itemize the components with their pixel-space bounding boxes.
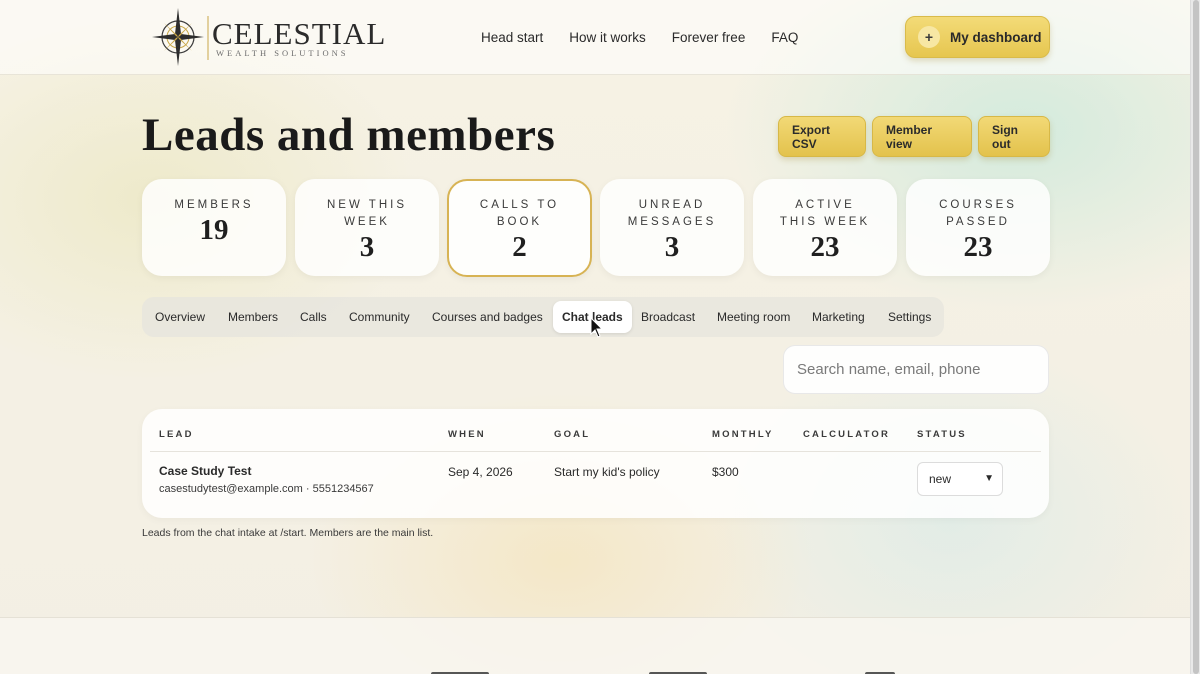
lead-contact: casestudytest@example.com · 5551234567 — [159, 483, 374, 495]
tab-meeting-room[interactable]: Meeting room — [717, 301, 790, 333]
member-view-button[interactable]: Member view — [872, 116, 972, 157]
stat-label: Unread messages — [627, 199, 717, 228]
tab-community[interactable]: Community — [349, 301, 410, 333]
stat-label: Members — [174, 199, 254, 211]
my-dashboard-label: My dashboard — [950, 29, 1042, 45]
nav-how-it-works[interactable]: How it works — [569, 30, 646, 45]
logo-title: CELESTIAL — [212, 16, 387, 51]
celestial-logo[interactable]: CELESTIAL WEALTH SOLUTIONS — [150, 6, 385, 68]
nav-faq[interactable]: FAQ — [771, 30, 798, 45]
leads-table: LEAD WHEN GOAL MONTHLY CALCULATOR STATUS… — [142, 409, 1049, 518]
sign-out-button[interactable]: Sign out — [978, 116, 1050, 157]
header-divider — [150, 451, 1041, 452]
tab-settings[interactable]: Settings — [888, 301, 931, 333]
page-scrollbar[interactable] — [1190, 0, 1200, 674]
compass-star-icon — [152, 8, 209, 66]
lead-goal: Start my kid's policy — [554, 465, 660, 479]
site-header: CELESTIAL WEALTH SOLUTIONS Head start Ho… — [0, 0, 1190, 75]
tab-members[interactable]: Members — [228, 301, 278, 333]
my-dashboard-button[interactable]: + My dashboard — [905, 16, 1050, 58]
stat-card-courses-passed[interactable]: Courses passed 23 — [906, 179, 1050, 276]
logo-subtitle: WEALTH SOLUTIONS — [216, 48, 349, 58]
lead-monthly: $300 — [712, 465, 739, 479]
table-footnote: Leads from the chat intake at /start. Me… — [142, 527, 434, 539]
page-actions: Export CSV Member view Sign out — [778, 116, 1050, 157]
stat-card-members[interactable]: Members 19 — [142, 179, 286, 276]
column-header-when: WHEN — [448, 429, 486, 440]
nav-forever-free[interactable]: Forever free — [672, 30, 746, 45]
stat-value: 19 — [199, 214, 229, 246]
tab-overview[interactable]: Overview — [155, 301, 205, 333]
stat-label: New this week — [326, 199, 407, 228]
stat-value: 23 — [963, 231, 993, 263]
stat-label: Courses passed — [939, 199, 1017, 228]
tab-broadcast[interactable]: Broadcast — [641, 301, 695, 333]
mouse-cursor-icon — [590, 317, 604, 338]
nav-head-start[interactable]: Head start — [481, 30, 543, 45]
column-header-status: STATUS — [917, 429, 967, 440]
status-select[interactable]: new ▼ — [917, 462, 1003, 496]
lead-name[interactable]: Case Study Test — [159, 464, 251, 478]
stat-label: Calls to book — [479, 199, 560, 228]
tab-calls[interactable]: Calls — [300, 301, 327, 333]
stat-value: 3 — [664, 231, 680, 263]
stat-card-unread-messages[interactable]: Unread messages 3 — [600, 179, 744, 276]
tab-marketing[interactable]: Marketing — [812, 301, 865, 333]
stat-value: 2 — [512, 231, 527, 263]
scrollbar-thumb[interactable] — [1193, 0, 1199, 674]
main-nav: Head start How it works Forever free FAQ — [481, 30, 798, 45]
lead-when: Sep 4, 2026 — [448, 465, 513, 479]
stat-card-active-this-week[interactable]: Active this week 23 — [753, 179, 897, 276]
export-csv-button[interactable]: Export CSV — [778, 116, 866, 157]
search-input[interactable] — [783, 345, 1049, 394]
footer — [0, 617, 1190, 674]
column-header-monthly: MONTHLY — [712, 429, 774, 440]
column-header-goal: GOAL — [554, 429, 591, 440]
stat-value: 23 — [810, 231, 840, 263]
page-title: Leads and members — [142, 109, 556, 161]
stat-label: Active this week — [779, 199, 871, 228]
stat-value: 3 — [359, 231, 375, 263]
chevron-down-icon: ▼ — [984, 473, 994, 484]
plus-icon: + — [918, 26, 940, 48]
admin-tabs: Overview Members Calls Community Courses… — [142, 297, 944, 337]
stat-card-calls-to-book[interactable]: Calls to book 2 — [447, 179, 592, 277]
stats-row: Members 19 New this week 3 Calls to book… — [142, 179, 1050, 277]
tab-courses-and-badges[interactable]: Courses and badges — [432, 301, 543, 333]
stat-card-new-this-week[interactable]: New this week 3 — [295, 179, 439, 276]
column-header-calculator: CALCULATOR — [803, 429, 891, 440]
status-value: new — [929, 472, 952, 486]
column-header-lead: LEAD — [159, 429, 194, 440]
